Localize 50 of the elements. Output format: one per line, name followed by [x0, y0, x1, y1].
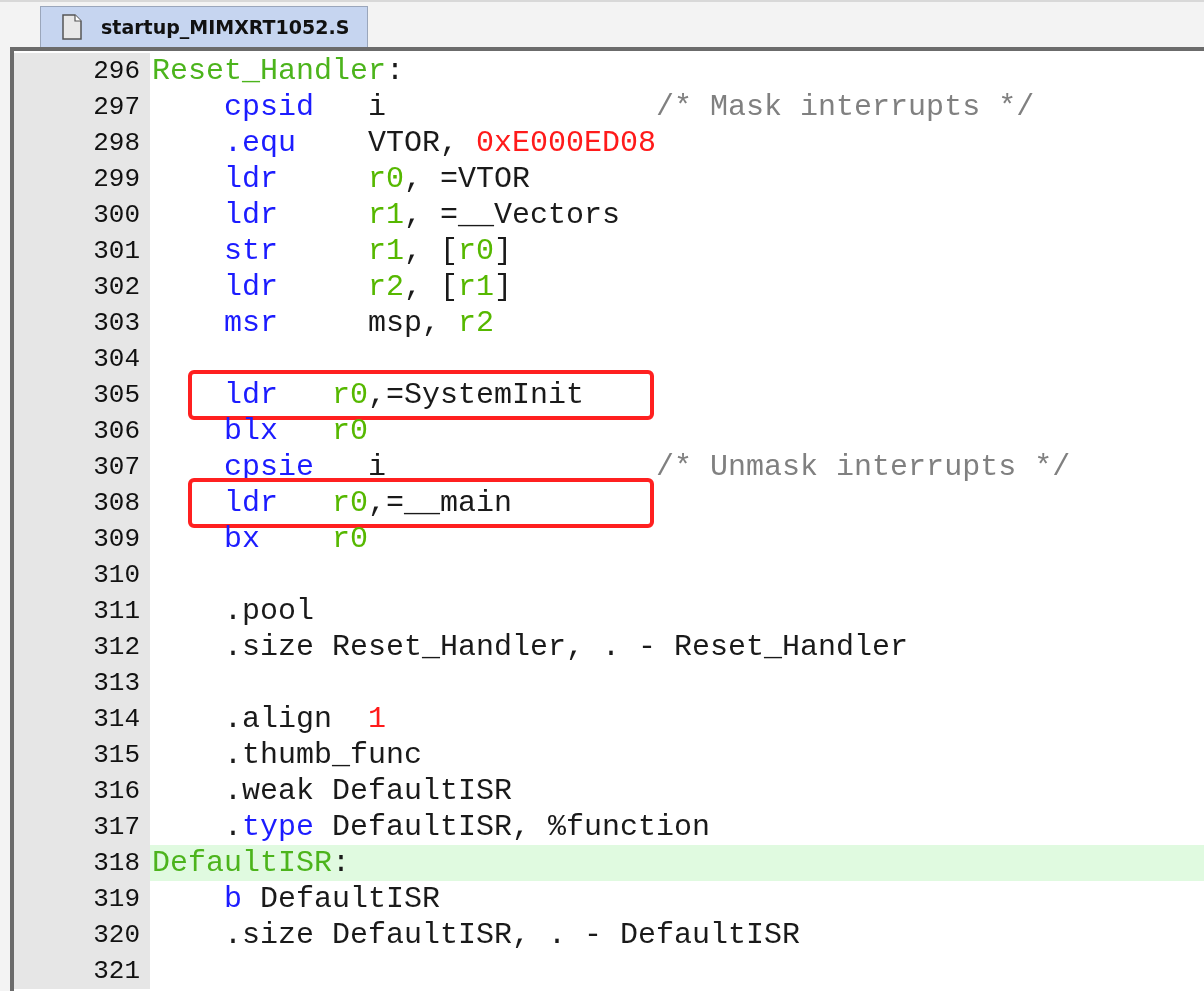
- code-line: .size Reset_Handler, . - Reset_Handler: [224, 629, 909, 665]
- line-number: 301: [14, 233, 150, 269]
- line-number: 303: [14, 305, 150, 341]
- code-line: ldr r0,=SystemInit: [224, 377, 585, 413]
- line-number: 321: [14, 953, 150, 989]
- line-number: 307: [14, 449, 150, 485]
- line-number: 298: [14, 125, 150, 161]
- line-number: 316: [14, 773, 150, 809]
- code-line: str r1, [r0]: [224, 233, 513, 269]
- code-line: .size DefaultISR, . - DefaultISR: [224, 917, 801, 953]
- line-number: 297: [14, 89, 150, 125]
- code-line: ldr r0, =VTOR: [224, 161, 531, 197]
- line-number: 300: [14, 197, 150, 233]
- code-line: .type DefaultISR, %function: [224, 809, 711, 845]
- code-line: ldr r1, =__Vectors: [224, 197, 621, 233]
- line-number: 313: [14, 665, 150, 701]
- line-number: 311: [14, 593, 150, 629]
- line-number: 302: [14, 269, 150, 305]
- code-line: .equ VTOR, 0xE000ED08: [224, 125, 657, 161]
- code-line: msr msp, r2: [224, 305, 495, 341]
- code-line: .weak DefaultISR: [224, 773, 513, 809]
- code-line: Reset_Handler:: [152, 53, 405, 89]
- line-number: 312: [14, 629, 150, 665]
- line-number: 309: [14, 521, 150, 557]
- code-line: DefaultISR:: [152, 845, 351, 881]
- line-number: 305: [14, 377, 150, 413]
- code-line: ldr r2, [r1]: [224, 269, 513, 305]
- code-line: cpsie i /* Unmask interrupts */: [224, 449, 1071, 485]
- line-number: 320: [14, 917, 150, 953]
- line-number: 299: [14, 161, 150, 197]
- line-number: 296: [14, 53, 150, 89]
- line-number: 314: [14, 701, 150, 737]
- code-line: .align 1: [224, 701, 387, 737]
- code-line: .pool: [224, 593, 314, 629]
- code-line: ldr r0,=__main: [224, 485, 513, 521]
- line-number: 319: [14, 881, 150, 917]
- code-line: blx r0: [224, 413, 369, 449]
- code-line: b DefaultISR: [224, 881, 441, 917]
- code-line: cpsid i /* Mask interrupts */: [224, 89, 1035, 125]
- document-icon: [61, 14, 83, 40]
- line-number: 308: [14, 485, 150, 521]
- file-tab[interactable]: startup_MIMXRT1052.S: [40, 6, 369, 47]
- line-number: 310: [14, 557, 150, 593]
- line-number: 306: [14, 413, 150, 449]
- line-number: 315: [14, 737, 150, 773]
- line-number: 318: [14, 845, 150, 881]
- code-line: .thumb_func: [224, 737, 423, 773]
- line-number: 317: [14, 809, 150, 845]
- line-number: 304: [14, 341, 150, 377]
- code-line: bx r0: [224, 521, 369, 557]
